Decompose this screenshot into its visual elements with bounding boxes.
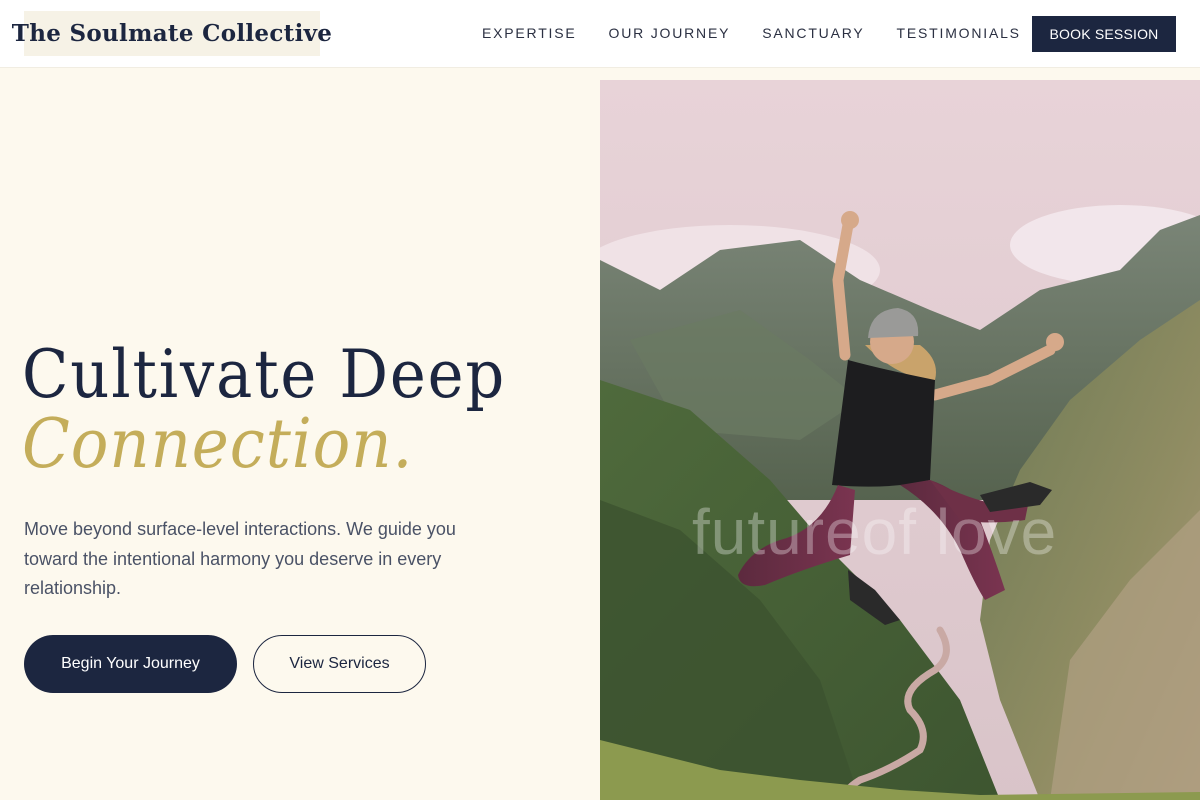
mountain-jumper-photo <box>600 80 1200 800</box>
begin-journey-button[interactable]: Begin Your Journey <box>24 635 237 693</box>
site-header: The Soulmate Collective EXPERTISE OUR JO… <box>0 0 1200 68</box>
hero-headline: Cultivate Deep Connection. <box>22 340 548 480</box>
nav-link-our-journey[interactable]: OUR JOURNEY <box>609 25 731 41</box>
view-services-button[interactable]: View Services <box>253 635 426 693</box>
hero-section: Cultivate Deep Connection. Move beyond s… <box>0 68 600 800</box>
hero-description: Move beyond surface-level interactions. … <box>24 519 456 598</box>
hero-image: futureof love <box>600 80 1200 800</box>
hero-headline-accent: Connection. <box>22 405 414 484</box>
site-logo[interactable]: The Soulmate Collective <box>12 11 332 56</box>
book-session-button[interactable]: BOOK SESSION <box>1032 16 1176 52</box>
nav-link-sanctuary[interactable]: SANCTUARY <box>762 25 864 41</box>
hero-headline-line1: Cultivate Deep <box>22 336 507 413</box>
main-nav: EXPERTISE OUR JOURNEY SANCTUARY TESTIMON… <box>482 0 1053 66</box>
nav-link-testimonials[interactable]: TESTIMONIALS <box>897 25 1021 41</box>
nav-link-expertise[interactable]: EXPERTISE <box>482 25 577 41</box>
